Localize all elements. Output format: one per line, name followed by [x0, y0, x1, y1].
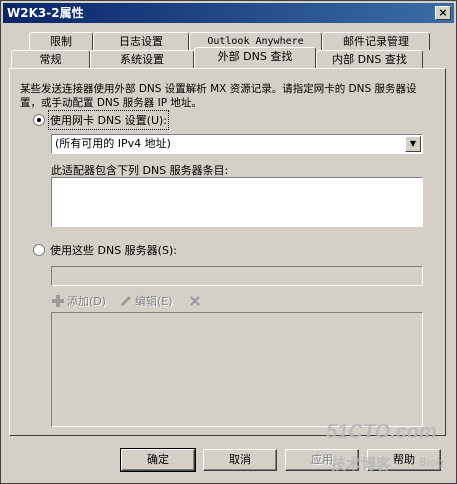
tab-internal-dns[interactable]: 内部 DNS 查找 — [316, 50, 423, 68]
tab-restrictions[interactable]: 限制 — [29, 32, 93, 50]
edit-label: 编辑(E) — [135, 295, 173, 308]
watermark-sub: 技术博客 — [331, 455, 392, 473]
tab-external-dns[interactable]: 外部 DNS 查找 — [194, 47, 316, 68]
add-button[interactable]: 添加(D) — [51, 293, 106, 309]
dropdown-arrow-icon[interactable]: ▼ — [405, 136, 421, 152]
title-bar: W2K3-2属性 × — [3, 3, 454, 23]
properties-dialog: W2K3-2属性 × 限制 日志设置 Outlook Anywhere 邮件记录… — [0, 0, 457, 484]
adapter-select-value: (所有可用的 IPv4 地址) — [55, 137, 171, 150]
ok-button[interactable]: 确定 — [120, 448, 196, 472]
remove-button[interactable] — [188, 293, 202, 309]
adapter-list-label: 此适配器包含下列 DNS 服务器条目: — [51, 164, 229, 177]
description-text: 某些发送连接器使用外部 DNS 设置解析 MX 资源记录。请指定网卡的 DNS … — [20, 83, 417, 109]
cancel-button[interactable]: 取消 — [203, 449, 277, 471]
tab-system-settings[interactable]: 系统设置 — [90, 50, 194, 68]
use-adapter-dns-radio[interactable] — [33, 114, 45, 126]
pencil-icon — [121, 296, 131, 306]
remove-x-icon — [190, 296, 200, 306]
window-title: W2K3-2属性 — [7, 6, 84, 20]
edit-button[interactable]: 编辑(E) — [119, 293, 173, 309]
dns-server-list[interactable] — [51, 312, 423, 427]
tab-message-records[interactable]: 邮件记录管理 — [322, 32, 430, 50]
adapter-select[interactable]: (所有可用的 IPv4 地址) ▼ — [51, 134, 423, 154]
tab-log-settings[interactable]: 日志设置 — [93, 32, 189, 50]
use-adapter-dns-label[interactable]: 使用网卡 DNS 设置(U): — [47, 110, 170, 130]
watermark-site: 51CTO.com — [326, 421, 437, 443]
close-button[interactable]: × — [435, 6, 451, 20]
tab-general[interactable]: 常规 — [11, 50, 90, 68]
use-these-dns-radio[interactable] — [33, 244, 45, 256]
close-icon: × — [438, 6, 448, 19]
adapter-dns-list[interactable] — [51, 177, 423, 227]
add-icon — [52, 295, 64, 307]
use-these-dns-label[interactable]: 使用这些 DNS 服务器(S): — [50, 242, 177, 258]
dns-server-input[interactable] — [51, 266, 423, 286]
watermark-blog: Blog — [419, 456, 444, 469]
add-label: 添加(D) — [67, 295, 107, 308]
